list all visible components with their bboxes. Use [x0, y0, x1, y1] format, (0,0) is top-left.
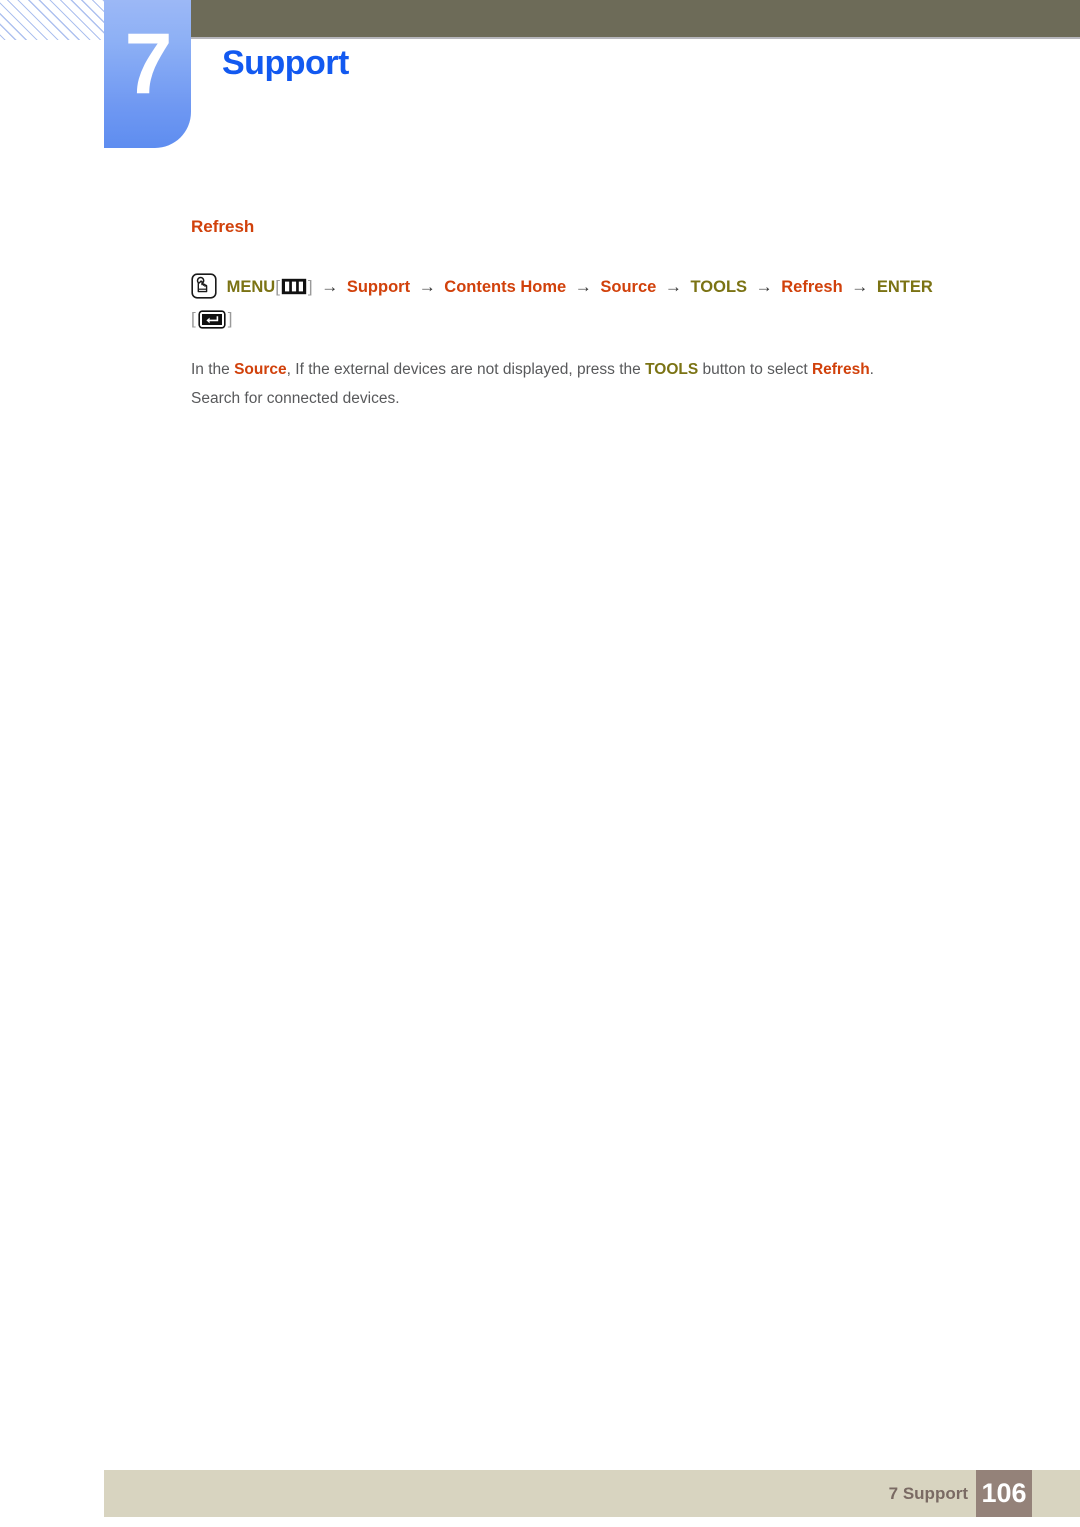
body-text-part-2: , If the external devices are not displa…	[286, 361, 646, 378]
body-text-line-2: Search for connected devices.	[191, 390, 400, 407]
body-text-part-1: In the	[191, 361, 235, 378]
path-step-enter: ENTER	[876, 278, 933, 296]
path-arrow-4: →	[664, 277, 682, 296]
hand-press-icon	[191, 273, 217, 299]
body-paragraph: In the Source, If the external devices a…	[191, 355, 981, 413]
header-olive-bar	[191, 0, 1080, 37]
path-arrow-1: →	[321, 277, 339, 296]
path-step-contents-home: Contents Home	[444, 278, 567, 296]
menu-bars-icon	[281, 275, 307, 295]
path-arrow-5: →	[755, 277, 773, 296]
enter-icon-open-bracket: [	[191, 309, 196, 328]
hatch-pattern-decoration	[0, 0, 105, 40]
menu-navigation-path: MENU[ ] → Support → Contents Home → Sour…	[191, 271, 981, 335]
page-header: 7 Support	[0, 0, 1080, 160]
path-step-refresh: Refresh	[781, 278, 843, 296]
keyword-source: Source	[234, 361, 287, 378]
keyword-refresh: Refresh	[811, 361, 870, 378]
page-number: 106	[981, 1478, 1027, 1508]
page-title: Support	[222, 44, 349, 82]
path-step-tools: TOOLS	[690, 278, 748, 296]
chapter-number-badge: 7	[104, 0, 191, 148]
path-arrow-2: →	[418, 277, 436, 296]
path-step-source: Source	[600, 278, 657, 296]
body-text-part-3: button to select	[698, 361, 812, 378]
footer-chapter-label: 7 Support	[888, 1484, 968, 1503]
keyword-tools: TOOLS	[645, 361, 699, 378]
header-olive-bar-underline	[191, 37, 1080, 39]
page-footer: 7 Support 106	[104, 1470, 1080, 1517]
page-number-box: 106	[976, 1470, 1032, 1517]
path-arrow-6: →	[851, 277, 869, 296]
menu-button-label: MENU	[226, 278, 276, 296]
chapter-number: 7	[124, 16, 173, 112]
menu-icon-close-bracket: ]	[307, 277, 313, 296]
path-step-support: Support	[346, 278, 411, 296]
body-text-part-4: .	[869, 361, 874, 378]
enter-key-icon	[198, 309, 226, 329]
enter-icon-close-bracket: ]	[227, 309, 233, 328]
section-heading: Refresh	[191, 217, 255, 236]
main-content: Refresh MENU[ ] → Support → Contents Hom…	[191, 215, 991, 413]
menu-icon-open-bracket: [	[275, 277, 280, 296]
path-arrow-3: →	[574, 277, 592, 296]
